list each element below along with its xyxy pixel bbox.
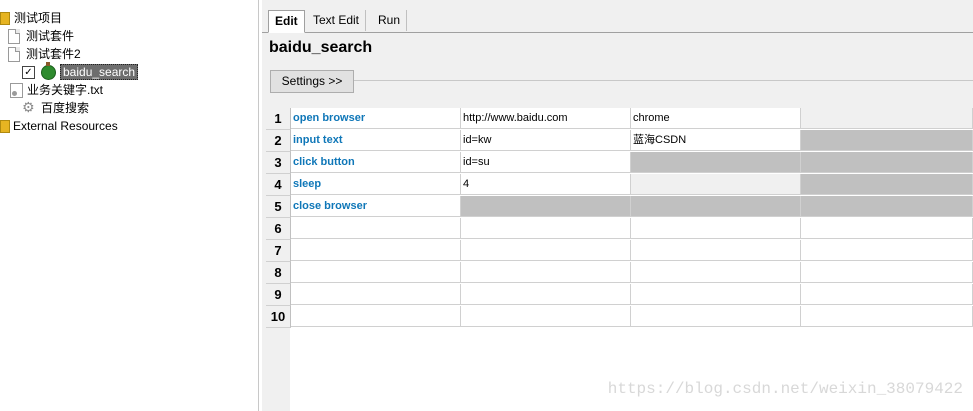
tree-item-baidu-search-testcase[interactable]: ✓ baidu_search [22, 61, 139, 81]
argument-cell[interactable] [801, 306, 973, 327]
keyword-cell[interactable] [291, 306, 461, 327]
argument-cell[interactable] [801, 262, 973, 283]
tree-item-project[interactable]: 测试项目 [0, 9, 62, 27]
folder-icon [0, 11, 10, 25]
test-tree-panel: 测试项目 测试套件 测试套件2 ✓ baidu_search 业务关键字.txt… [0, 0, 259, 411]
settings-button[interactable]: Settings >> [270, 70, 354, 93]
tab-edit[interactable]: Edit [268, 10, 305, 33]
tab-text-edit[interactable]: Text Edit [307, 10, 367, 31]
keyword-grid: 1 open browser http://www.baidu.com chro… [266, 108, 973, 411]
argument-cell[interactable]: chrome [631, 108, 801, 129]
tree-item-suite-2[interactable]: 测试套件2 [8, 45, 81, 63]
row-number[interactable]: 9 [266, 284, 291, 306]
row-number[interactable]: 10 [266, 306, 291, 328]
row-number[interactable]: 2 [266, 130, 291, 152]
row-number[interactable]: 5 [266, 196, 291, 218]
argument-cell[interactable] [631, 218, 801, 239]
row-number[interactable]: 3 [266, 152, 291, 174]
argument-cell[interactable] [461, 196, 631, 217]
tab-run[interactable]: Run [372, 10, 408, 31]
table-row: 8 [266, 262, 973, 284]
editor-panel: Edit Text Edit Run baidu_search Settings… [262, 0, 973, 411]
argument-cell[interactable] [461, 284, 631, 305]
row-number[interactable]: 7 [266, 240, 291, 262]
argument-cell[interactable] [631, 196, 801, 217]
testcase-checkbox[interactable]: ✓ [22, 65, 35, 79]
tree-item-label: 测试套件 [26, 29, 75, 43]
keyword-cell[interactable] [291, 284, 461, 305]
table-row: 1 open browser http://www.baidu.com chro… [266, 108, 973, 130]
argument-cell[interactable]: http://www.baidu.com [461, 108, 631, 129]
argument-cell[interactable]: id=su [461, 152, 631, 173]
argument-cell[interactable] [631, 284, 801, 305]
keyword-cell[interactable] [291, 240, 461, 261]
keyword-cell[interactable]: open browser [291, 108, 461, 129]
gear-icon: ⚙ [22, 100, 35, 116]
robot-icon [41, 61, 56, 80]
table-row: 4 sleep 4 [266, 174, 973, 196]
settings-divider [354, 80, 973, 81]
table-row: 10 [266, 306, 973, 328]
tree-item-label: 测试项目 [14, 11, 63, 25]
tree-item-label: 百度搜索 [41, 101, 90, 115]
argument-cell[interactable] [631, 152, 801, 173]
table-row: 7 [266, 240, 973, 262]
tree-item-label: External Resources [13, 119, 118, 133]
keyword-cell[interactable]: input text [291, 130, 461, 151]
tree-item-external-resources[interactable]: External Resources [0, 117, 118, 135]
table-row: 9 [266, 284, 973, 306]
argument-cell[interactable] [801, 240, 973, 261]
tree-item-label: baidu_search [60, 64, 139, 80]
testcase-title: baidu_search [269, 39, 373, 56]
keyword-cell[interactable]: close browser [291, 196, 461, 217]
argument-cell[interactable] [801, 130, 973, 151]
argument-cell[interactable] [801, 108, 973, 129]
argument-cell[interactable] [801, 284, 973, 305]
argument-cell[interactable] [631, 240, 801, 261]
argument-cell[interactable] [801, 152, 973, 173]
table-row: 3 click button id=su [266, 152, 973, 174]
argument-cell[interactable] [461, 306, 631, 327]
argument-cell[interactable] [801, 174, 973, 195]
argument-cell[interactable] [631, 306, 801, 327]
editor-tab-bar: Edit Text Edit Run [262, 10, 973, 33]
argument-cell[interactable]: 4 [461, 174, 631, 195]
tree-item-label: 业务关键字.txt [27, 83, 104, 97]
table-row: 2 input text id=kw 蓝海CSDN [266, 130, 973, 152]
row-number[interactable]: 8 [266, 262, 291, 284]
tree-item-label: 测试套件2 [26, 47, 81, 61]
document-icon [8, 46, 20, 62]
folder-icon [0, 119, 10, 133]
argument-cell[interactable]: 蓝海CSDN [631, 130, 801, 151]
row-number[interactable]: 4 [266, 174, 291, 196]
table-row: 5 close browser [266, 196, 973, 218]
row-number[interactable]: 6 [266, 218, 291, 240]
argument-cell[interactable] [801, 218, 973, 239]
argument-cell[interactable] [631, 262, 801, 283]
watermark-text: https://blog.csdn.net/weixin_38079422 [607, 380, 963, 398]
argument-cell[interactable] [461, 240, 631, 261]
argument-cell[interactable]: id=kw [461, 130, 631, 151]
tree-item-suite-1[interactable]: 测试套件 [8, 27, 74, 45]
tree-item-resource-file[interactable]: 业务关键字.txt [10, 81, 103, 99]
keyword-cell[interactable] [291, 218, 461, 239]
argument-cell[interactable] [461, 262, 631, 283]
argument-cell[interactable] [631, 174, 801, 195]
keyword-cell[interactable]: click button [291, 152, 461, 173]
row-number[interactable]: 1 [266, 108, 291, 130]
argument-cell[interactable] [801, 196, 973, 217]
keyword-cell[interactable] [291, 262, 461, 283]
table-row: 6 [266, 218, 973, 240]
tree-item-user-keyword[interactable]: ⚙ 百度搜索 [22, 99, 89, 117]
document-icon [8, 28, 20, 44]
resource-file-icon [10, 82, 23, 98]
keyword-cell[interactable]: sleep [291, 174, 461, 195]
argument-cell[interactable] [461, 218, 631, 239]
